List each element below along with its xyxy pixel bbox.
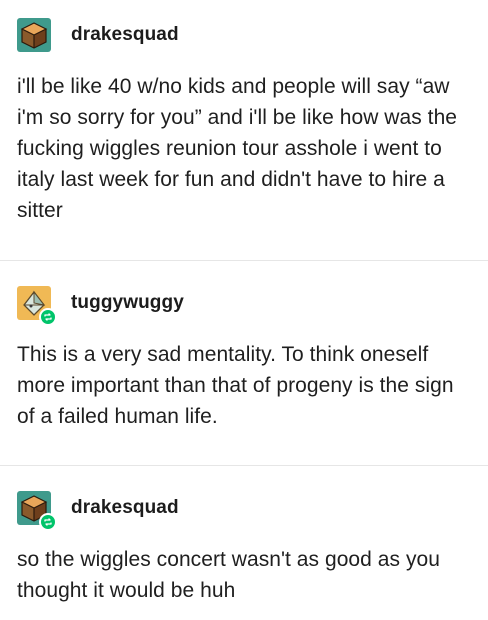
user-avatar[interactable] (17, 491, 57, 531)
post-text: so the wiggles concert wasn't as good as… (17, 548, 440, 602)
post-header: tuggywuggy (17, 281, 472, 326)
reblog-icon (44, 518, 52, 526)
post-3: drakesquad so the wiggles concert wasn't… (0, 465, 488, 620)
cube-avatar-icon (17, 18, 51, 52)
user-avatar[interactable] (17, 18, 51, 52)
reblog-badge (39, 308, 57, 326)
post-2: tuggywuggy This is a very sad mentality.… (0, 260, 488, 465)
user-avatar[interactable] (17, 286, 57, 326)
username[interactable]: drakesquad (71, 497, 179, 519)
post-1: drakesquad i'll be like 40 w/no kids and… (0, 0, 488, 260)
post-text: This is a very sad mentality. To think o… (17, 343, 454, 428)
post-header: drakesquad (17, 13, 472, 57)
post-header: drakesquad (17, 486, 472, 531)
username[interactable]: tuggywuggy (71, 292, 184, 314)
reblog-badge (39, 513, 57, 531)
username[interactable]: drakesquad (71, 24, 179, 46)
reblog-icon (44, 313, 52, 321)
post-text: i'll be like 40 w/no kids and people wil… (17, 75, 458, 222)
